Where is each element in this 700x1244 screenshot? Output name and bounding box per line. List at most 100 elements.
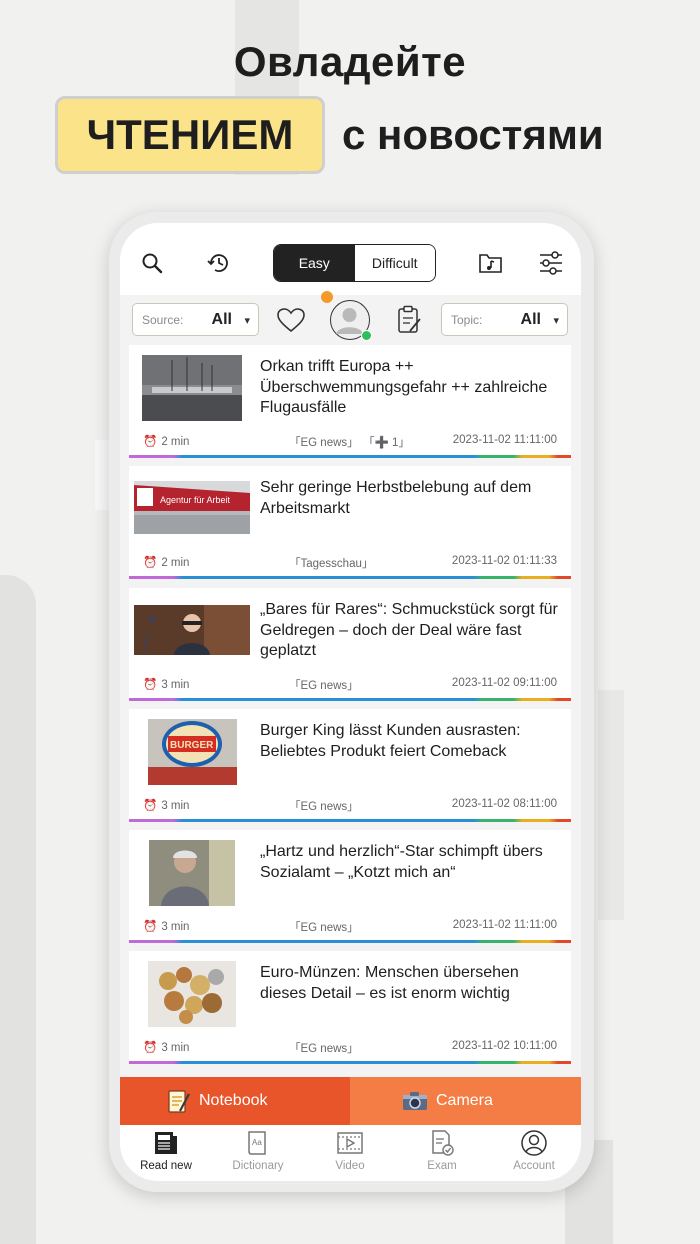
article-title: Sehr geringe Herbstbelebung auf dem Arbe… [260,479,532,517]
svg-text:BURGER: BURGER [170,740,214,751]
duration: ⏰ 2 min [143,555,189,569]
source-tag: 「EG news」 [289,437,359,449]
topic-label: Topic: [451,313,483,327]
level-difficult-button[interactable]: Difficult [354,245,435,281]
list-item[interactable]: „Hartz und herzlich“-Star schimpft übers… [129,830,571,943]
article-meta: ⏰ 2 min 「EG news」 「➕ 1」 2023-11-02 11:11:… [143,434,557,449]
settings-sliders-icon[interactable] [538,249,564,277]
article-meta: ⏰ 3 min 「EG news」 2023-11-02 10:11:00 [143,1040,557,1055]
camera-label: Camera [436,1092,493,1109]
agentur-fuer-arbeit-photo: Agentur für Arbeit [134,481,250,534]
article-title: Orkan trifft Europa ++ Überschwemmungsge… [260,358,548,416]
dictionary-icon: Aa [248,1131,266,1155]
tab-label: Account [513,1160,555,1172]
alarm-clock-icon: ⏰ [143,921,158,933]
tab-video[interactable]: Video [304,1125,396,1181]
level-easy-button[interactable]: Easy [274,245,355,281]
tab-label: Exam [427,1160,457,1172]
difficulty-bar [129,1061,571,1064]
article-title: Burger King lässt Kunden ausrasten: Beli… [260,722,521,760]
difficulty-bar [129,698,571,701]
duration: ⏰ 3 min [143,1040,189,1054]
bottom-tab-bar: Read new Aa Dictionary Video Exam Accoun… [120,1125,581,1181]
source-tag: 「Tagesschau」 [289,558,374,570]
source-tag: 「EG news」 [289,680,359,692]
duration-text: 3 min [161,800,190,812]
tab-dictionary[interactable]: Aa Dictionary [212,1125,304,1181]
camera-button[interactable]: Camera [350,1077,581,1125]
duration-text: 3 min [161,921,190,933]
list-item[interactable]: BURGER Burger King lässt Kunden ausraste… [129,709,571,822]
duration-text: 3 min [161,1042,190,1054]
article-meta: ⏰ 3 min 「EG news」 2023-11-02 11:11:00 [143,919,557,934]
coins-photo [148,961,236,1027]
background-shape [598,690,624,920]
duration-text: 2 min [161,436,190,448]
online-status-dot [361,330,372,341]
alarm-clock-icon: ⏰ [143,679,158,691]
topic-value: All [520,311,541,328]
article-title: „Bares für Rares“: Schmuckstück sorgt fü… [260,601,558,659]
article-date: 2023-11-02 08:11:00 [451,798,557,810]
list-item[interactable]: Euro-Münzen: Menschen übersehen dieses D… [129,951,571,1064]
burger-king-sign-photo: BURGER [148,719,237,785]
svg-text:Agentur für Arbeit: Agentur für Arbeit [160,495,231,505]
tab-account[interactable]: Account [488,1125,580,1181]
notebook-label: Notebook [199,1092,268,1109]
list-item[interactable]: Agentur für Arbeit Sehr geringe Herbstbe… [129,466,571,579]
duration: ⏰ 3 min [143,677,189,691]
duration: ⏰ 3 min [143,798,189,812]
account-icon [521,1130,547,1156]
difficulty-bar [129,940,571,943]
tab-read-new[interactable]: Read new [120,1125,212,1181]
article-meta: ⏰ 3 min 「EG news」 2023-11-02 09:11:00 [143,677,557,692]
article-meta: ⏰ 3 min 「EG news」 2023-11-02 08:11:00 [143,798,557,813]
source-tag: 「EG news」 [289,1043,359,1055]
alarm-clock-icon: ⏰ [143,557,158,569]
difficulty-bar [129,576,571,579]
top-toolbar: Easy Difficult [120,223,581,295]
chevron-down-icon: ▾ [244,315,250,327]
woman-portrait-photo [149,840,235,906]
article-date: 2023-11-02 09:11:00 [451,677,557,689]
duration-text: 3 min [161,679,190,691]
tab-label: Read new [140,1160,192,1172]
tab-exam[interactable]: Exam [396,1125,488,1181]
app-screen: Easy Difficult Source: All ▾ Topic: All … [120,223,581,1181]
alarm-clock-icon: ⏰ [143,1042,158,1054]
badge-flame-icon [321,291,333,303]
camera-icon [403,1092,427,1110]
duration: ⏰ 3 min [143,919,189,933]
promo-subheadline: ЧТЕНИЕМ с новостями [0,96,700,176]
history-icon[interactable] [206,250,232,276]
duration-text: 2 min [161,557,190,569]
source-dropdown[interactable]: Source: All ▾ [132,303,259,336]
source-tag: 「EG news」 [289,801,359,813]
newspaper-icon [155,1132,177,1154]
article-date: 2023-11-02 11:11:00 [452,919,557,931]
phone-frame: Easy Difficult Source: All ▾ Topic: All … [109,212,594,1192]
promo-highlight: ЧТЕНИЕМ [55,96,325,174]
avatar[interactable] [321,291,372,341]
article-date: 2023-11-02 10:11:00 [451,1040,557,1052]
source-value: All [211,311,232,328]
notebook-button[interactable]: Notebook [120,1077,350,1125]
topic-dropdown[interactable]: Topic: All ▾ [441,303,568,336]
article-title: Euro-Münzen: Menschen übersehen dieses D… [260,964,519,1002]
heart-icon[interactable] [276,307,306,333]
list-item[interactable]: Orkan trifft Europa ++ Überschwemmungsge… [129,345,571,458]
video-icon [337,1132,363,1154]
clipboard-icon[interactable] [396,305,422,335]
alarm-clock-icon: ⏰ [143,436,158,448]
tab-label: Dictionary [232,1160,284,1172]
article-title: „Hartz und herzlich“-Star schimpft übers… [260,843,543,881]
action-bar: Notebook Camera [120,1077,581,1125]
search-icon[interactable] [140,251,164,275]
harbor-photo [142,355,242,421]
duration: ⏰ 2 min [143,434,189,448]
article-date: 2023-11-02 11:11:00 [452,434,557,446]
svg-text:Aa: Aa [252,1138,262,1147]
music-folder-icon[interactable] [478,251,504,275]
list-item[interactable]: „Bares für Rares“: Schmuckstück sorgt fü… [129,588,571,701]
level-toggle: Easy Difficult [273,244,436,282]
